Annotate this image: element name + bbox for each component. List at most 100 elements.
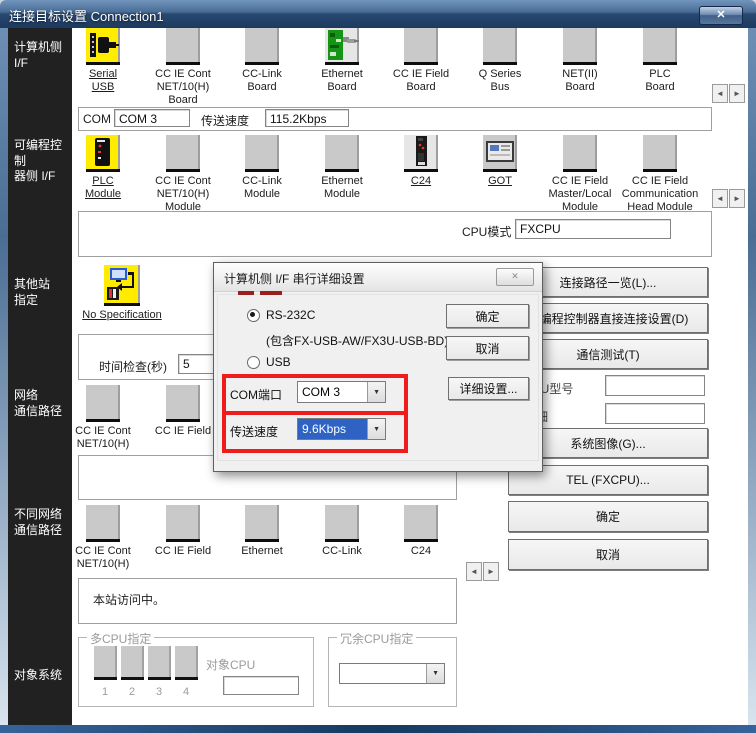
plc-if-cc-link-module[interactable]: CC-Link Module (218, 135, 306, 201)
sidebar: 计算机侧 I/F 可编程控制 器侧 I/F 其他站 指定 网络 通信路径 不同网… (8, 28, 72, 725)
sidebar-item-pc-if: 计算机侧 I/F (14, 40, 62, 71)
plc-if-plc-module[interactable]: PLC Module (59, 135, 147, 201)
cpu1-icon[interactable] (94, 646, 117, 680)
pc-if-q-series-bus[interactable]: Q Series Bus (456, 28, 544, 94)
cpu4-icon[interactable] (175, 646, 198, 680)
pc-if-cc-ie-field-board[interactable]: CC IE Field Board (377, 28, 465, 94)
other-station-no-specification[interactable]: No Specification (62, 265, 182, 322)
cpu-number: 1 (102, 686, 108, 698)
plc-if-cc-ie-field-head[interactable]: CC IE Field Communication Head Module (616, 135, 704, 214)
board-icon (643, 28, 677, 65)
scroll-left-icon[interactable]: ◄ (712, 189, 728, 208)
module-icon (245, 135, 279, 172)
icon-label: PLC Board (616, 68, 704, 94)
c24-icon (404, 135, 438, 172)
com-settings-bar: COM COM 3 传送速度 115.2Kbps (78, 107, 712, 131)
module-icon (166, 385, 200, 422)
icon-label: Q Series Bus (456, 68, 544, 94)
plc-if-got[interactable]: GOT (456, 135, 544, 188)
window-title: 连接目标设置 Connection1 (9, 6, 164, 25)
cpu-number: 3 (156, 686, 162, 698)
coexist-cc-ie-field[interactable]: CC IE Field (139, 505, 227, 558)
serial-usb-icon (86, 28, 120, 65)
scroll-left-icon[interactable]: ◄ (466, 562, 482, 581)
cpu-number: 4 (183, 686, 189, 698)
usb-label: USB (266, 355, 291, 369)
net-route-cc-ie-cont[interactable]: CC IE Cont NET/10(H) (59, 385, 147, 451)
pc-if-plc-board[interactable]: PLC Board (616, 28, 704, 94)
window-close-button[interactable]: ✕ (699, 6, 743, 25)
pc-if-ethernet-board[interactable]: Ethernet Board (298, 28, 386, 94)
speed-highlight-box (222, 411, 408, 453)
sidebar-item-coexist-route: 不同网络 通信路径 (14, 507, 62, 538)
no-specification-icon (104, 265, 140, 306)
dialog-titlebar: 计算机侧 I/F 串行详细设置 ✕ (214, 263, 542, 292)
icon-label: Ethernet (218, 545, 306, 558)
board-icon (245, 28, 279, 65)
usb-radio[interactable] (247, 356, 260, 369)
dialog-ok-button[interactable]: 确定 (446, 304, 529, 328)
com-port-highlight-box (222, 374, 408, 415)
icon-label: GOT (456, 175, 544, 188)
cpu3-icon[interactable] (148, 646, 171, 680)
icon-label: CC IE Field Master/Local Module (536, 175, 624, 214)
redundant-cpu-label: 冗余CPU指定 (337, 630, 416, 647)
coexist-cc-ie-cont[interactable]: CC IE Cont NET/10(H) (59, 505, 147, 571)
plc-if-ethernet-module[interactable]: Ethernet Module (298, 135, 386, 201)
pc-if-cc-link-board[interactable]: CC-Link Board (218, 28, 306, 94)
cpu-mode-label: CPU模式 (462, 223, 511, 240)
pc-if-serial-usb[interactable]: Serial USB (59, 28, 147, 94)
rs232c-radio[interactable] (247, 309, 260, 322)
pc-if-net2-board[interactable]: NET(II) Board (536, 28, 624, 94)
icon-label: CC-Link Board (218, 68, 306, 94)
module-icon (166, 505, 200, 542)
cancel-button[interactable]: 取消 (508, 539, 708, 570)
cpu2-icon[interactable] (121, 646, 144, 680)
coexist-c24[interactable]: C24 (377, 505, 465, 558)
module-icon (166, 135, 200, 172)
got-icon (483, 135, 517, 172)
dialog-close-button[interactable]: ✕ (496, 268, 534, 286)
plc-module-icon (86, 135, 120, 172)
icon-label: NET(II) Board (536, 68, 624, 94)
rs232c-note: (包含FX-USB-AW/FX3U-USB-BD) (266, 332, 448, 349)
coexist-ethernet[interactable]: Ethernet (218, 505, 306, 558)
scroll-right-icon[interactable]: ► (483, 562, 499, 581)
cpu-model-field (605, 375, 705, 396)
connection-destination-window: 连接目标设置 Connection1 ✕ 计算机侧 I/F 可编程控制 器侧 I… (0, 0, 756, 733)
scroll-right-icon[interactable]: ► (729, 84, 745, 103)
speed-value-field: 115.2Kbps (265, 109, 349, 127)
plc-if-c24[interactable]: C24 (377, 135, 465, 188)
board-icon (563, 28, 597, 65)
time-check-label: 时间检查(秒) (99, 358, 167, 375)
icon-label: Ethernet Board (298, 68, 386, 94)
red-annotation-mark (238, 291, 254, 295)
icon-label: CC IE Cont NET/10(H) Board (139, 68, 227, 107)
icon-label: No Specification (62, 309, 182, 322)
scroll-left-icon[interactable]: ◄ (712, 84, 728, 103)
scroll-right-icon[interactable]: ► (729, 189, 745, 208)
plc-if-cc-ie-field-master[interactable]: CC IE Field Master/Local Module (536, 135, 624, 214)
module-icon (325, 135, 359, 172)
icon-label: PLC Module (59, 175, 147, 201)
sidebar-item-target-system: 对象系统 (14, 668, 62, 684)
dialog-title: 计算机侧 I/F 串行详细设置 (224, 270, 365, 287)
pc-if-cc-ie-cont-board[interactable]: CC IE Cont NET/10(H) Board (139, 28, 227, 107)
com-value-field: COM 3 (114, 109, 190, 127)
window-frame-right (748, 28, 756, 725)
coexist-cc-link[interactable]: CC-Link (298, 505, 386, 558)
dialog-detail-setting-button[interactable]: 详细设置... (448, 377, 529, 400)
module-icon (245, 505, 279, 542)
status-panel: 本站访问中。 (78, 578, 457, 624)
redundant-cpu-dropdown[interactable]: ▼ (339, 663, 445, 684)
dialog-cancel-button[interactable]: 取消 (446, 336, 529, 360)
icon-label: Serial USB (59, 68, 147, 94)
module-icon (643, 135, 677, 172)
icon-label: CC-Link Module (218, 175, 306, 201)
icon-label: C24 (377, 545, 465, 558)
ok-button[interactable]: 确定 (508, 501, 708, 532)
module-icon (325, 505, 359, 542)
icon-label: CC-Link (298, 545, 386, 558)
plc-if-cc-ie-cont-module[interactable]: CC IE Cont NET/10(H) Module (139, 135, 227, 214)
icon-label: CC IE Cont NET/10(H) (59, 425, 147, 451)
